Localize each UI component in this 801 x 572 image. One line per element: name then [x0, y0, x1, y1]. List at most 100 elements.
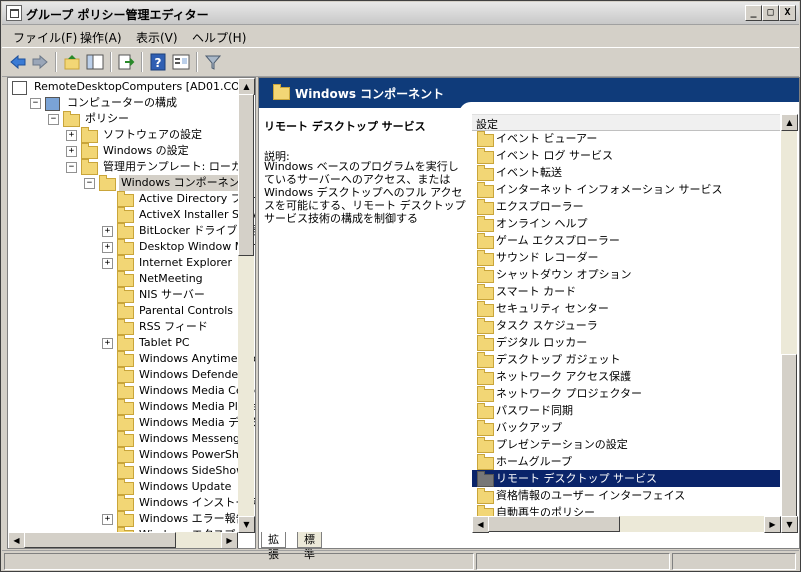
list-item[interactable]: デジタル ロッカー	[472, 334, 780, 351]
maximize-button[interactable]: □	[762, 5, 779, 21]
details-header-title: Windows コンポーネント	[295, 87, 445, 101]
tree-node[interactable]: Windows Media デジタ	[8, 415, 255, 431]
list-item[interactable]: ネットワーク プロジェクター	[472, 385, 780, 402]
scroll-down-icon[interactable]: ▼	[238, 516, 255, 533]
list-horizontal-scrollbar[interactable]: ◀ ▶	[472, 516, 781, 533]
expand-icon[interactable]: +	[66, 146, 77, 157]
tree-node[interactable]: Windows Anytime Upg	[8, 351, 255, 367]
list-scroll-thumb[interactable]	[781, 354, 797, 518]
collapse-icon[interactable]: −	[66, 162, 77, 173]
scroll-left-icon[interactable]: ◀	[472, 516, 489, 533]
scroll-down-icon[interactable]: ▼	[781, 516, 798, 533]
tree-hscroll-thumb[interactable]	[24, 532, 176, 548]
expand-icon[interactable]: +	[102, 514, 113, 525]
expand-icon[interactable]: +	[102, 242, 113, 253]
tab-extended[interactable]: 拡張	[261, 532, 286, 561]
scroll-up-icon[interactable]: ▲	[238, 78, 255, 95]
folder-icon	[477, 471, 494, 487]
list-item[interactable]: イベント転送	[472, 164, 780, 181]
tree-scroll-thumb[interactable]	[238, 94, 254, 256]
list-item[interactable]: セキュリティ センター	[472, 300, 780, 317]
list-item[interactable]: シャットダウン オプション	[472, 266, 780, 283]
expand-icon[interactable]: +	[102, 226, 113, 237]
filter-icon[interactable]	[203, 52, 223, 72]
scroll-left-icon[interactable]: ◀	[8, 532, 25, 548]
collapse-icon[interactable]: −	[84, 178, 95, 189]
list-item[interactable]: プレゼンテーションの設定	[472, 436, 780, 453]
details-pane: Windows コンポーネント リモート デスクトップ サービス 説明: Win…	[258, 77, 800, 549]
list-item[interactable]: デスクトップ ガジェット	[472, 351, 780, 368]
list-item[interactable]: イベント ビューアー	[472, 130, 780, 147]
tree-node[interactable]: + Internet Explorer	[8, 255, 238, 271]
tree-node[interactable]: RSS フィード	[8, 319, 238, 335]
tree-node[interactable]: + Tablet PC	[8, 335, 238, 351]
tree-node[interactable]: Windows Media Cente	[8, 383, 255, 399]
menu-action[interactable]: 操作(A)	[80, 29, 122, 46]
back-arrow-icon[interactable]	[8, 52, 28, 72]
tree-node[interactable]: − Windows コンポーネント	[8, 175, 253, 191]
expand-icon[interactable]: +	[102, 258, 113, 269]
export-list-icon[interactable]	[116, 52, 136, 72]
properties-icon[interactable]	[171, 52, 191, 72]
tree-node[interactable]: − コンピューターの構成	[8, 95, 238, 111]
tree-node[interactable]: Windows SideShow	[8, 463, 245, 479]
tree-node[interactable]: + Desktop Window Mana	[8, 239, 255, 255]
tree-horizontal-scrollbar[interactable]: ◀ ▶	[8, 532, 238, 548]
list-item[interactable]: スマート カード	[472, 283, 780, 300]
menu-file[interactable]: ファイル(F)	[13, 29, 77, 46]
column-header-setting[interactable]: 設定	[472, 114, 780, 131]
list-vertical-scrollbar[interactable]: ▲ ▼	[781, 114, 798, 533]
tree-node[interactable]: + BitLocker ドライブ暗号	[8, 223, 255, 239]
list-item-label: オンライン ヘルプ	[496, 217, 588, 230]
tab-standard[interactable]: 標準	[297, 532, 322, 561]
tree-node[interactable]: − ポリシー	[8, 111, 238, 127]
tree-node[interactable]: Windows PowerShell	[8, 447, 252, 463]
tree-vertical-scrollbar[interactable]: ▲ ▼	[238, 78, 255, 533]
list-item[interactable]: エクスプローラー	[472, 198, 780, 215]
list-item[interactable]: 資格情報のユーザー インターフェイス	[472, 487, 780, 504]
list-item[interactable]: インターネット インフォメーション サービス	[472, 181, 780, 198]
scroll-right-icon[interactable]: ▶	[221, 532, 238, 548]
list-item[interactable]: ホームグループ	[472, 453, 780, 470]
list-item[interactable]: サウンド レコーダー	[472, 249, 780, 266]
list-item[interactable]: ネットワーク アクセス保護	[472, 368, 780, 385]
list-item[interactable]: イベント ログ サービス	[472, 147, 780, 164]
collapse-icon[interactable]: −	[48, 114, 59, 125]
tree-node[interactable]: Active Directory フェデ	[8, 191, 255, 207]
expand-icon[interactable]: +	[102, 338, 113, 349]
tree-node[interactable]: Windows Defender	[8, 367, 243, 383]
list-item[interactable]: オンライン ヘルプ	[472, 215, 780, 232]
tree-node[interactable]: Windows Update	[8, 479, 238, 495]
menu-help[interactable]: ヘルプ(H)	[192, 29, 246, 46]
list-item[interactable]: ゲーム エクスプローラー	[472, 232, 780, 249]
list-hscroll-thumb[interactable]	[488, 516, 620, 532]
show-hide-tree-icon[interactable]	[85, 52, 105, 72]
tree-node[interactable]: Windows Messenger	[8, 431, 251, 447]
scroll-up-icon[interactable]: ▲	[781, 114, 798, 131]
collapse-icon[interactable]: −	[30, 98, 41, 109]
expand-icon[interactable]: +	[66, 130, 77, 141]
tree-node[interactable]: RemoteDesktopComputers [AD01.CONT	[8, 79, 255, 95]
tree-node[interactable]: NetMeeting	[8, 271, 238, 287]
forward-arrow-icon[interactable]	[30, 52, 50, 72]
list-item[interactable]: パスワード同期	[472, 402, 780, 419]
list-item[interactable]: リモート デスクトップ サービス	[472, 470, 780, 487]
minimize-button[interactable]: _	[745, 5, 762, 21]
tree-node[interactable]: − 管理用テンプレート: ローカル コ	[8, 159, 255, 175]
tree-node[interactable]: + Windows エラー報告	[8, 511, 247, 527]
tree-node[interactable]: ActiveX Installer Serv	[8, 207, 255, 223]
tree-node[interactable]: NIS サーバー	[8, 287, 238, 303]
tree-node[interactable]: Parental Controls	[8, 303, 238, 319]
tree-node[interactable]: Windows Media Playe	[8, 399, 255, 415]
up-folder-icon[interactable]	[62, 52, 82, 72]
tree-node[interactable]: + ソフトウェアの設定	[8, 127, 238, 143]
tree-node[interactable]: Windows インストーラー	[8, 495, 255, 511]
help-icon[interactable]: ?	[148, 52, 168, 72]
close-button[interactable]: X	[779, 5, 796, 21]
scroll-right-icon[interactable]: ▶	[764, 516, 781, 533]
list-item[interactable]: バックアップ	[472, 419, 780, 436]
folder-icon	[477, 403, 494, 419]
tree-node[interactable]: + Windows の設定	[8, 143, 238, 159]
menu-view[interactable]: 表示(V)	[136, 29, 178, 46]
list-item[interactable]: タスク スケジューラ	[472, 317, 780, 334]
